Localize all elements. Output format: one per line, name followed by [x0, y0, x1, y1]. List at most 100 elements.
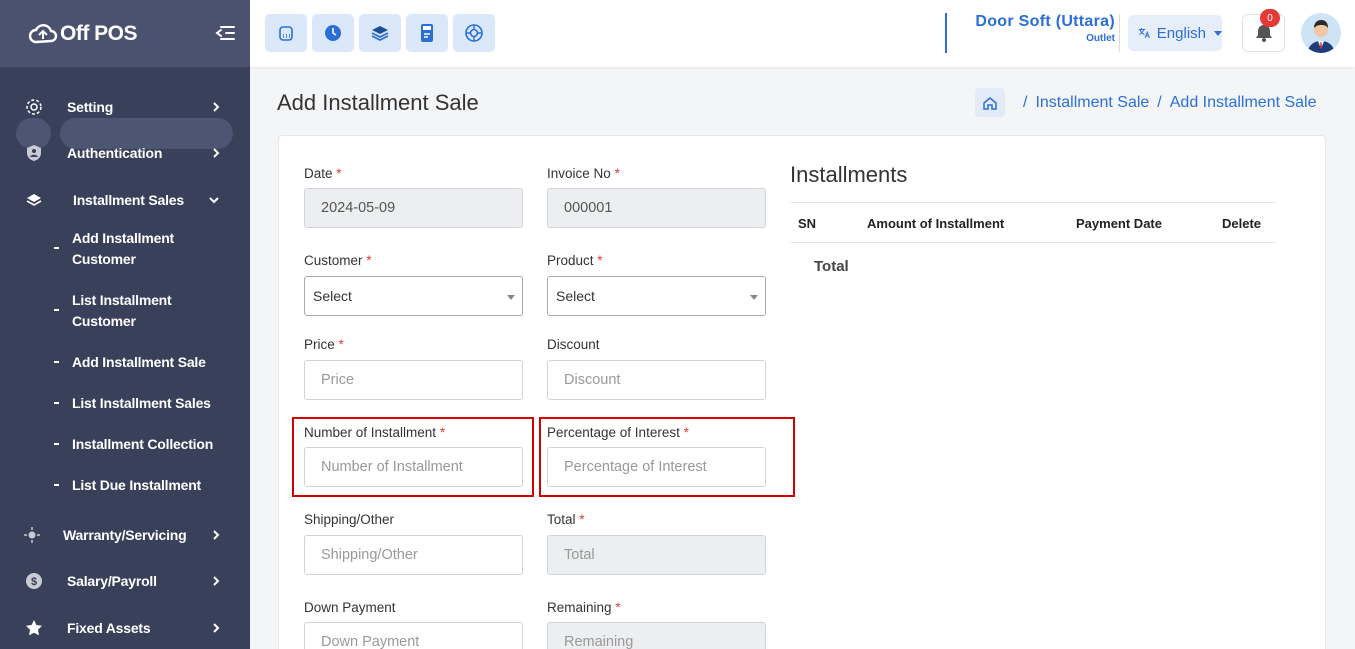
breadcrumb-separator: / — [1023, 93, 1028, 111]
star-icon — [24, 618, 44, 638]
support-icon — [465, 24, 483, 42]
installments-table-header: SN Amount of Installment Payment Date De… — [790, 202, 1276, 243]
gear-icon — [24, 97, 44, 117]
stack-icon — [371, 26, 389, 42]
calculator-button[interactable] — [406, 14, 448, 52]
required-mark: * — [597, 253, 603, 268]
breadcrumb-installment-sale[interactable]: Installment Sale — [1035, 94, 1149, 112]
dash-bullet — [54, 402, 59, 404]
remaining-label-text: Remaining — [547, 600, 612, 615]
submenu-label: Add Installment Sale — [72, 354, 206, 370]
price-label-text: Price — [304, 337, 335, 352]
price-input[interactable]: Price — [304, 360, 523, 400]
language-dropdown[interactable]: English — [1128, 15, 1222, 51]
chevron-right-icon — [213, 623, 220, 633]
layers-icon — [24, 190, 44, 210]
remaining-label: Remaining * — [547, 600, 621, 615]
breadcrumb-home[interactable] — [975, 88, 1005, 117]
customer-select-value: Select — [313, 288, 352, 304]
breadcrumb: / Installment Sale / Add Installment Sal… — [975, 88, 1317, 117]
required-mark: * — [336, 166, 342, 181]
required-mark: * — [615, 600, 621, 615]
date-field[interactable]: 2024-05-09 — [304, 188, 523, 228]
user-avatar-icon — [1301, 13, 1341, 53]
total-field[interactable]: Total — [547, 535, 766, 575]
product-label: Product * — [547, 253, 603, 268]
user-avatar[interactable] — [1301, 13, 1341, 53]
customer-label-text: Customer — [304, 253, 363, 268]
date-label: Date * — [304, 166, 342, 181]
dash-bullet — [54, 484, 59, 486]
invoice-field[interactable]: 000001 — [547, 188, 766, 228]
submenu-label: List Installment Customer — [72, 292, 172, 329]
date-label-text: Date — [304, 166, 333, 181]
sidebar-item-label: Setting — [67, 99, 114, 115]
required-mark: * — [338, 337, 344, 352]
customer-select[interactable]: Select — [304, 276, 523, 316]
required-mark: * — [439, 425, 446, 440]
sidebar: Off POS Setting Authentication Installme… — [0, 0, 250, 649]
number-of-installment-input[interactable]: Number of Installment — [304, 447, 523, 487]
product-select[interactable]: Select — [547, 276, 766, 316]
sidebar-item-label: Fixed Assets — [67, 620, 151, 636]
pos-register-icon — [279, 26, 293, 41]
number-of-installment-label-text: Number of Installment — [304, 425, 437, 440]
down-payment-label: Down Payment — [304, 600, 396, 615]
column-header-delete: Delete — [1222, 216, 1262, 231]
brand-header: Off POS — [0, 0, 250, 67]
calculator-icon — [421, 24, 433, 42]
sidebar-item-label: Authentication — [67, 145, 163, 161]
clock-button[interactable] — [312, 14, 354, 52]
required-mark: * — [614, 166, 620, 181]
product-select-value: Select — [556, 288, 595, 304]
dropdown-arrow-icon — [750, 295, 758, 300]
discount-label: Discount — [547, 337, 600, 352]
chevron-right-icon — [213, 148, 220, 158]
sidebar-item-warranty-servicing[interactable]: Warranty/Servicing — [0, 516, 250, 554]
column-header-amount: Amount of Installment — [867, 216, 1005, 231]
total-label: Total * — [547, 512, 585, 527]
submenu-label: Add Installment Customer — [72, 230, 175, 267]
sidebar-item-label: Warranty/Servicing — [63, 527, 187, 543]
page-title: Add Installment Sale — [277, 90, 479, 115]
column-header-payment-date: Payment Date — [1076, 216, 1162, 231]
percentage-of-interest-input[interactable]: Percentage of Interest — [547, 447, 766, 487]
dash-bullet — [54, 247, 59, 249]
shipping-input[interactable]: Shipping/Other — [304, 535, 523, 575]
support-button[interactable] — [453, 14, 495, 52]
stack-button[interactable] — [359, 14, 401, 52]
outlet-name: Door Soft (Uttara) — [975, 13, 1115, 30]
sidebar-item-label: Salary/Payroll — [67, 573, 157, 589]
total-label-text: Total — [547, 512, 576, 527]
invoice-label-text: Invoice No — [547, 166, 611, 181]
cloud-logo-icon — [28, 23, 58, 43]
brand-name: Off POS — [60, 21, 138, 45]
notification-badge: 0 — [1260, 9, 1280, 27]
dollar-icon: $ — [24, 571, 44, 591]
breadcrumb-separator: / — [1157, 93, 1162, 111]
down-payment-input[interactable]: Down Payment — [304, 622, 523, 649]
sidebar-item-installment-sales[interactable]: Installment Sales — [0, 181, 250, 219]
required-mark: * — [579, 512, 585, 527]
home-icon — [983, 96, 997, 110]
outlet-selector[interactable]: Door Soft (Uttara) Outlet — [945, 13, 1115, 53]
remaining-field[interactable]: Remaining — [547, 622, 766, 649]
sidebar-item-salary-payroll[interactable]: $ Salary/Payroll — [0, 562, 250, 600]
sidebar-item-authentication[interactable]: Authentication — [0, 134, 250, 172]
dash-bullet — [54, 361, 59, 363]
outlet-label: Outlet — [1086, 33, 1115, 44]
sidebar-item-setting[interactable]: Setting — [0, 88, 250, 126]
collapse-menu-icon[interactable] — [214, 22, 236, 44]
required-mark: * — [366, 253, 372, 268]
installments-title: Installments — [790, 162, 908, 187]
percentage-of-interest-label: Percentage of Interest * — [547, 425, 689, 440]
number-of-installment-label: Number of Installment * — [304, 425, 445, 440]
sidebar-item-fixed-assets[interactable]: Fixed Assets — [0, 609, 250, 647]
pos-register-button[interactable] — [265, 14, 307, 52]
discount-input[interactable]: Discount — [547, 360, 766, 400]
chevron-right-icon — [213, 576, 220, 586]
translate-icon — [1138, 28, 1150, 39]
product-label-text: Product — [547, 253, 594, 268]
chevron-down-icon — [209, 197, 219, 204]
topbar: Door Soft (Uttara) Outlet English 0 — [250, 0, 1355, 67]
